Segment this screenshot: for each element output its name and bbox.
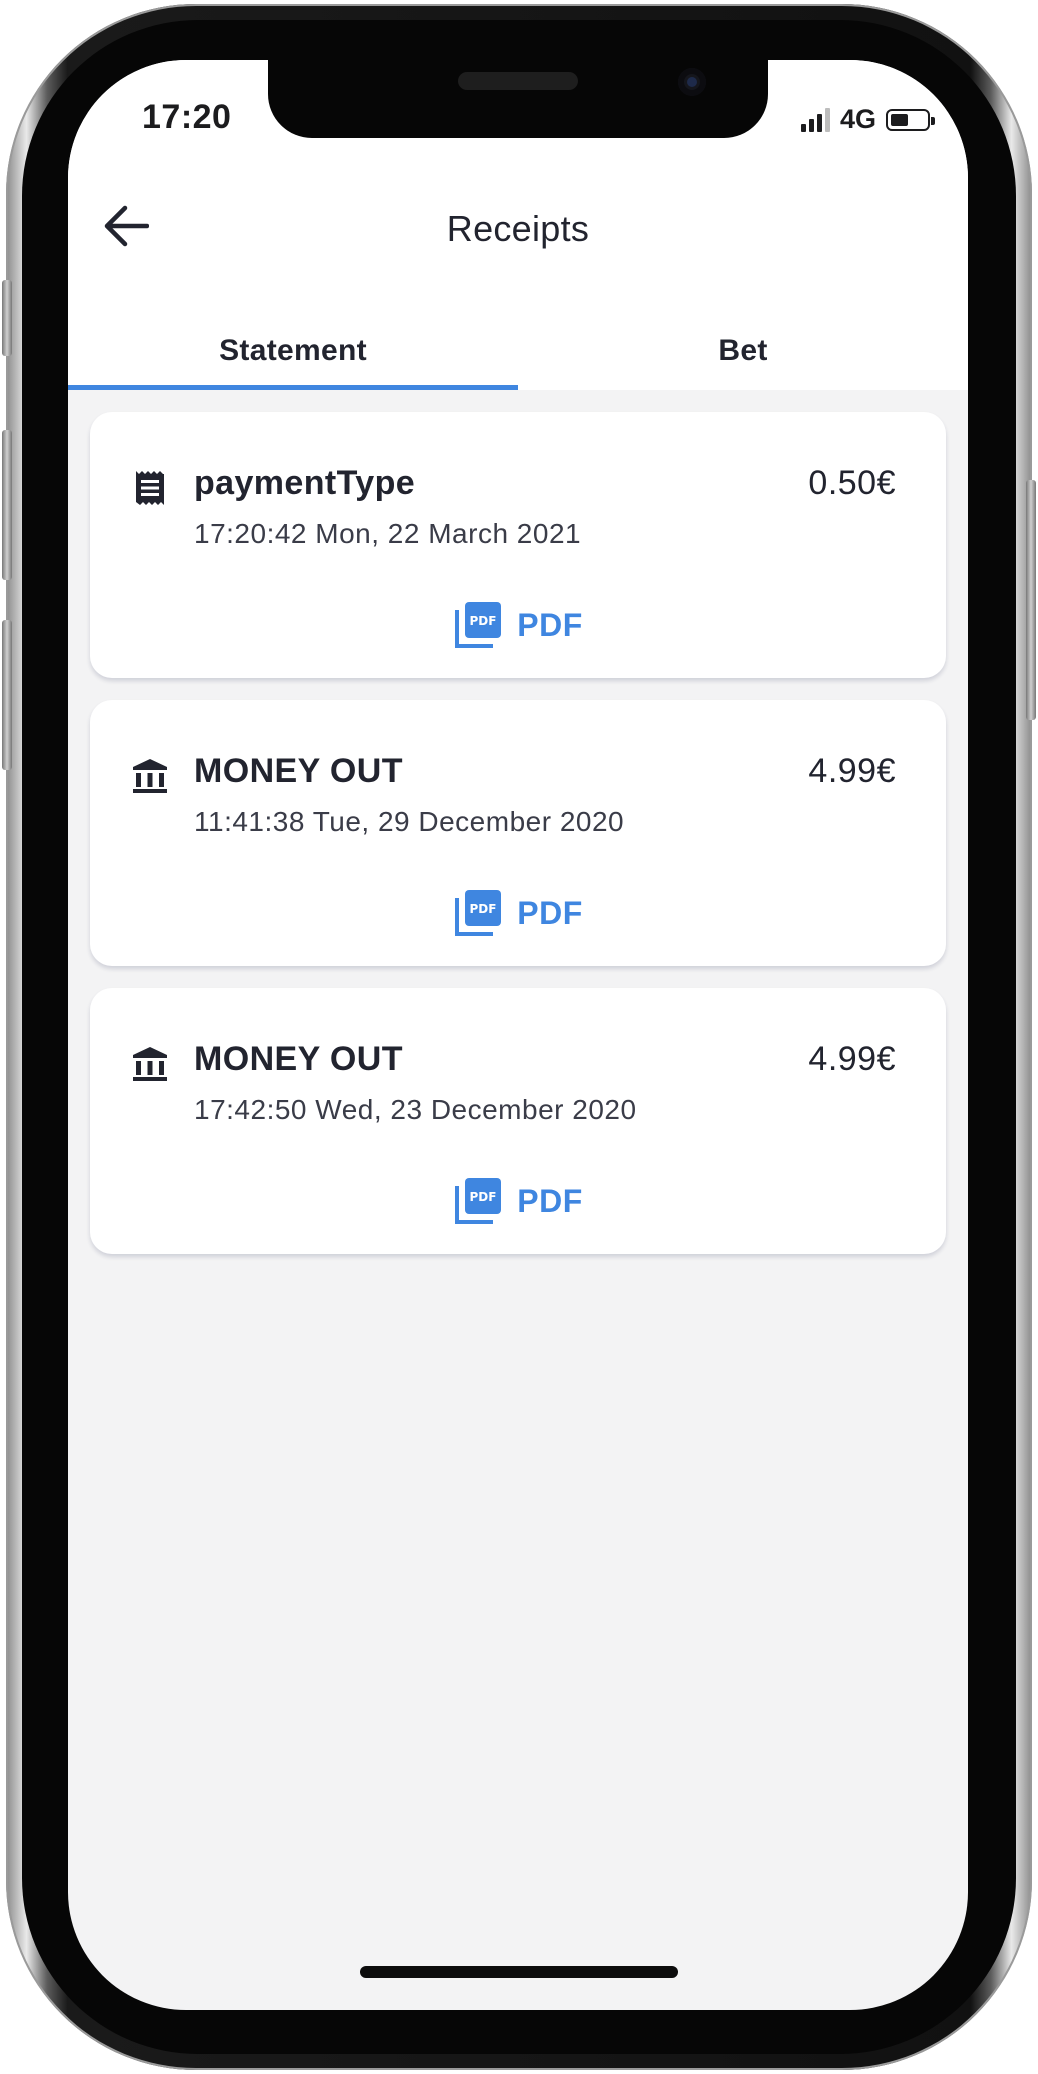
svg-text:PDF: PDF (470, 1190, 497, 1204)
network-type: 4G (839, 104, 876, 134)
home-indicator[interactable] (360, 1966, 678, 1978)
receipt-datetime: 17:42:50 Wed, 23 December 2020 (194, 1094, 637, 1125)
front-camera (678, 68, 706, 96)
receipt-amount: 4.99€ (808, 1040, 896, 1078)
receipt-amount: 0.50€ (808, 464, 896, 502)
bank-icon (133, 759, 167, 793)
status-icons: 4G (800, 104, 935, 135)
pdf-icon: PDF (455, 602, 502, 648)
svg-text:PDF: PDF (470, 614, 497, 628)
phone-notch (268, 60, 768, 138)
tab-label: Bet (718, 334, 768, 367)
pdf-label: PDF (517, 1182, 583, 1219)
pdf-icon: PDF (455, 1178, 502, 1224)
phone-screen: 17:20 4G Receipts Statement Bet paymentT… (68, 60, 968, 2010)
pdf-icon: PDF (455, 890, 502, 936)
receipt-datetime: 17:20:42 Mon, 22 March 2021 (194, 518, 582, 549)
pdf-download-link[interactable]: PDF PDF (90, 1176, 946, 1226)
tab-statement[interactable]: Statement (68, 322, 518, 390)
receipt-title: MONEY OUT (194, 1040, 403, 1078)
receipt-title: MONEY OUT (194, 752, 403, 790)
page-title: Receipts (446, 208, 590, 249)
active-tab-indicator (68, 385, 518, 390)
receipt-icon (136, 471, 164, 505)
speaker-grille (458, 72, 578, 90)
volume-up-button (2, 430, 12, 580)
tab-bar: Statement Bet (68, 322, 968, 390)
pdf-label: PDF (517, 894, 583, 931)
status-time: 17:20 (142, 98, 232, 136)
signal-icon (800, 107, 830, 132)
receipt-datetime: 11:41:38 Tue, 29 December 2020 (194, 806, 625, 837)
bank-icon (133, 1047, 167, 1081)
receipt-amount: 4.99€ (808, 752, 896, 790)
volume-down-button (2, 620, 12, 770)
pdf-label: PDF (517, 606, 583, 643)
receipts-list: paymentType 0.50€ 17:20:42 Mon, 22 March… (90, 412, 946, 1276)
receipt-card: MONEY OUT 4.99€ 17:42:50 Wed, 23 Decembe… (90, 988, 946, 1254)
receipt-card: paymentType 0.50€ 17:20:42 Mon, 22 March… (90, 412, 946, 678)
power-button (1026, 480, 1036, 720)
pdf-download-link[interactable]: PDF PDF (90, 888, 946, 938)
battery-icon (886, 108, 935, 131)
mute-switch (2, 280, 12, 356)
pdf-download-link[interactable]: PDF PDF (90, 600, 946, 650)
tab-label: Statement (219, 334, 367, 367)
svg-text:PDF: PDF (470, 902, 497, 916)
tab-bet[interactable]: Bet (518, 322, 968, 390)
receipt-title: paymentType (194, 464, 416, 502)
receipt-card: MONEY OUT 4.99€ 11:41:38 Tue, 29 Decembe… (90, 700, 946, 966)
